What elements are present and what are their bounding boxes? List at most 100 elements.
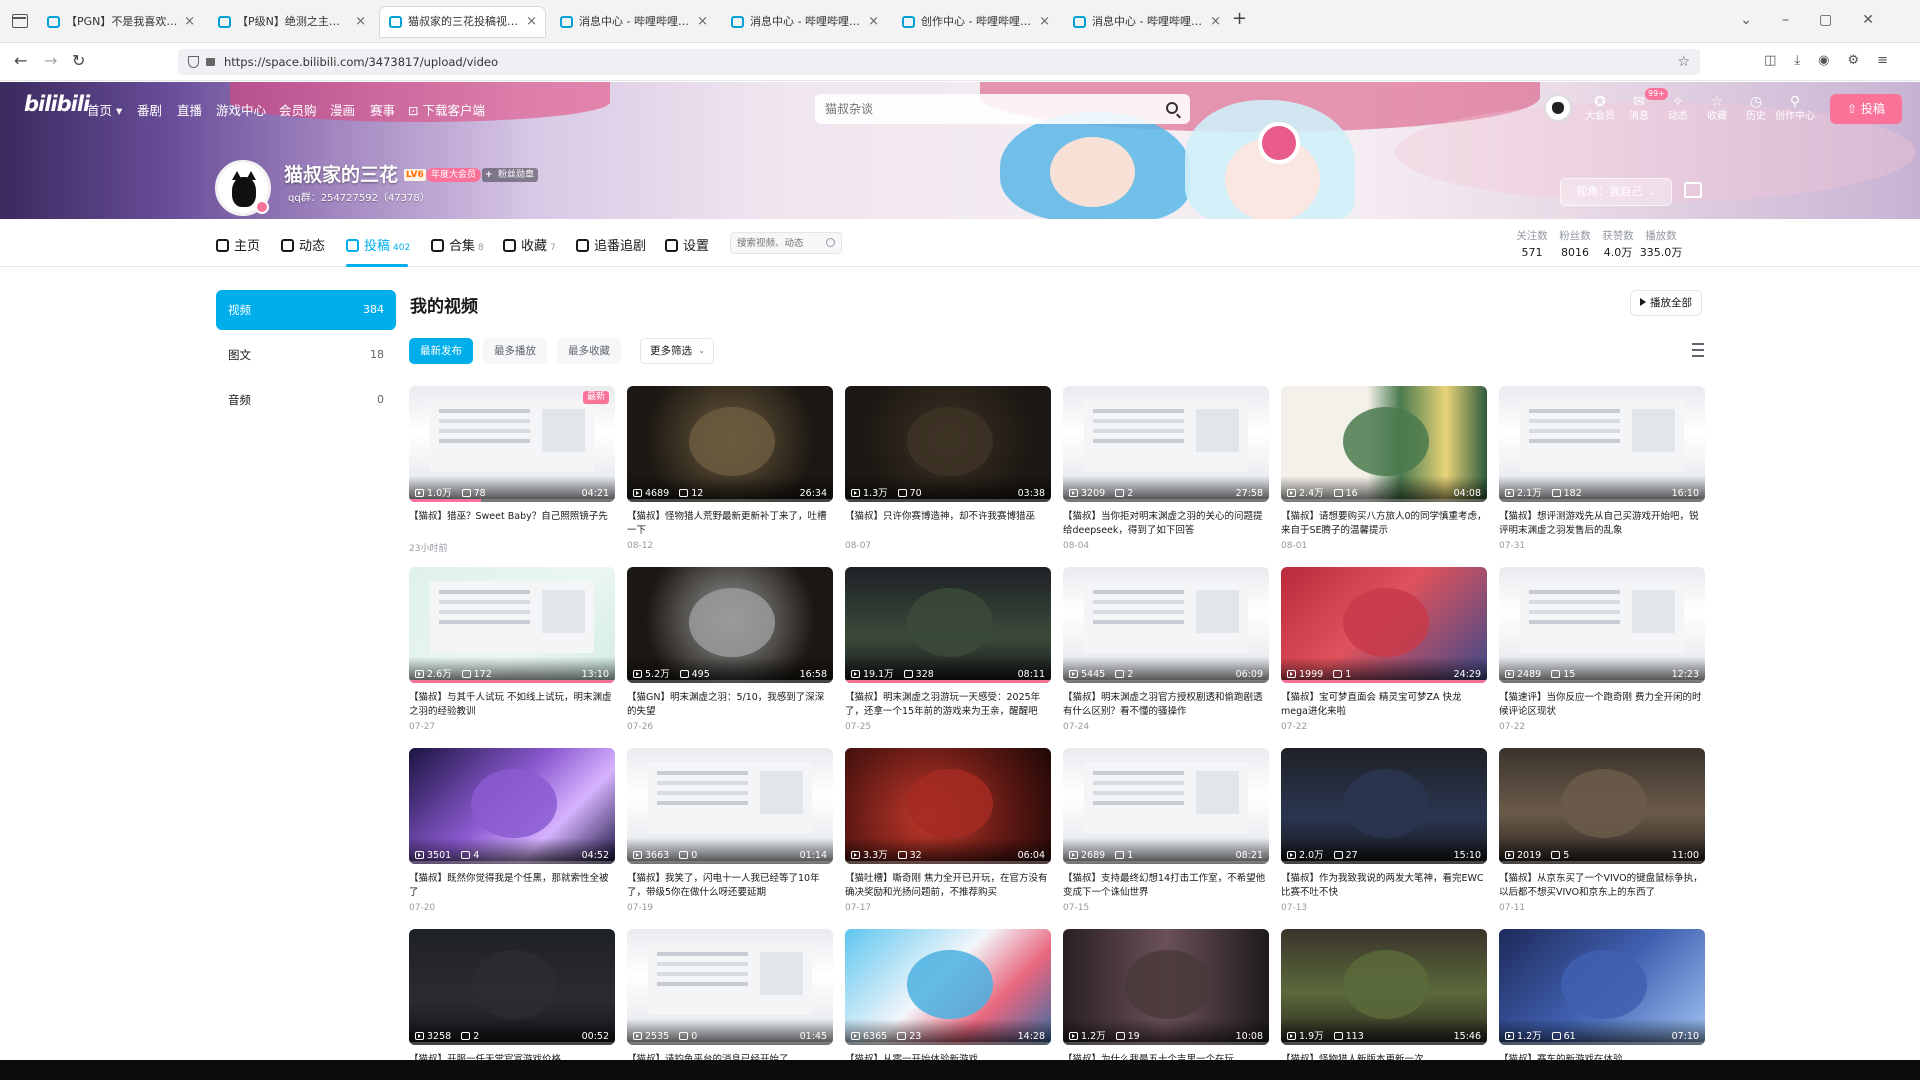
browser-toolbar-icons[interactable]: ◫⤓◉⚙≡ [1764,53,1906,68]
video-card[interactable]: 最新 1.0万 78 04:21 【猫叔】猎巫？Sweet Baby？自己照照镜子先 23… [409,386,615,556]
tab-label[interactable]: 设置 [683,239,709,254]
close-tab-icon[interactable]: × [697,7,708,37]
video-card[interactable]: 1.2万 19 10:08 【猫叔】为什么我最五十个吉里一个在玩 [1063,929,1269,1060]
list-view-icon[interactable] [1688,342,1704,358]
video-title[interactable]: 【猫叔】当你拒对明末渊虚之羽的关心的问题提给deepseek，得到了如下回答 [1063,510,1269,538]
url-bar[interactable]: https://space.bilibili.com/3473817/uploa… [178,49,1700,75]
video-title[interactable]: 【猫叔】与其千人试玩 不如线上试玩，明末渊虚之羽的经验教训 [409,691,615,719]
tab-label[interactable]: 合集 [449,239,475,254]
video-card[interactable]: 5445 2 06:09 【猫叔】明末渊虚之羽官方授权剧透和偷跑剧透有什么区别？看不懂… [1063,567,1269,737]
nav-home[interactable]: 首页 ▾ [87,100,122,119]
video-title[interactable]: 【猫叔】从零一开始体验新游戏 [845,1053,1051,1060]
play-all-button[interactable]: 播放全部 [1630,290,1702,316]
video-title[interactable]: 【猫叔】既然你觉得我是个任黑，那就索性全被了 [409,872,615,900]
close-tab-icon[interactable]: × [526,7,537,37]
video-card[interactable]: 2.6万 172 13:10 【猫叔】与其千人试玩 不如线上试玩，明末渊虚之羽的经验教… [409,567,615,737]
video-thumbnail[interactable]: 3.3万 32 06:04 [845,748,1051,864]
browser-tab-title[interactable]: 消息中心 - 哔哩哔哩弹幕视频网 [750,15,887,28]
tab-heart[interactable]: 追番追剧 [576,235,646,254]
header-creator-button[interactable]: ⚲ 创作中心 [1775,94,1815,124]
video-title[interactable]: 【猫叔】为什么我最五十个吉里一个在玩 [1063,1053,1269,1060]
video-thumbnail[interactable]: 2689 1 08:21 [1063,748,1269,864]
video-card[interactable]: 2689 1 08:21 【猫叔】支持最终幻想14打击工作室，不希望他变成下一个诛仙世… [1063,748,1269,918]
forward-icon[interactable]: → [44,51,57,70]
nav-game-center[interactable]: 游戏中心 [216,100,266,119]
site-search[interactable] [815,94,1190,124]
sidebar-toggle-icon[interactable] [12,14,28,28]
upload-button[interactable]: ⇧ 投稿 [1830,94,1902,124]
video-title[interactable]: 【猫叔】我笑了，闪电十一人我已经等了10年了，带级5你在做什么呀还要延期 [627,872,833,900]
tab-upload[interactable]: 投稿 402 [346,235,410,254]
video-card[interactable]: 2019 5 11:00 【猫叔】从京东买了一个VIVO的键盘鼠标争执，以后都不想买V… [1499,748,1705,918]
video-thumbnail[interactable]: 3258 2 00:52 [409,929,615,1045]
video-thumbnail[interactable]: 5445 2 06:09 [1063,567,1269,683]
tab-dynamic[interactable]: 动态 [281,235,325,254]
tab-label[interactable]: 投稿 [364,239,390,254]
close-tab-icon[interactable]: × [184,7,195,37]
url-text[interactable]: https://space.bilibili.com/3473817/uploa… [224,55,498,69]
video-thumbnail[interactable]: 2.1万 182 16:10 [1499,386,1705,502]
new-tab-button[interactable]: + [1232,8,1247,29]
video-thumbnail[interactable]: 1999 1 24:29 [1281,567,1487,683]
video-card[interactable]: 3258 2 00:52 【猫叔】开服一任天堂官宣游戏价格 [409,929,615,1060]
browser-tab[interactable]: 消息中心 - 哔哩哔哩弹幕视频网× [1064,7,1229,37]
video-title[interactable]: 【猫叔】请想要购买八方旅人0的同学慎重考虑，来自于SE腾子的温馨提示 [1281,510,1487,538]
video-card[interactable]: 1999 1 24:29 【猫叔】宝可梦直面会 精灵宝可梦ZA 快龙mega进化来啦 0… [1281,567,1487,737]
stat-item[interactable]: 播放数 335.0万 [1633,229,1689,263]
search-icon[interactable] [826,238,835,247]
video-thumbnail[interactable]: 2.0万 27 15:10 [1281,748,1487,864]
video-thumbnail[interactable]: 3209 2 27:58 [1063,386,1269,502]
tab-label[interactable]: 收藏 [521,239,547,254]
nav-live[interactable]: 直播 [177,100,202,119]
video-thumbnail[interactable]: 1.2万 19 10:08 [1063,929,1269,1045]
video-card[interactable]: 3209 2 27:58 【猫叔】当你拒对明末渊虚之羽的关心的问题提给deepseek… [1063,386,1269,556]
header-dynamic-button[interactable]: ✧ 动态 [1658,94,1698,124]
video-title[interactable]: 【猫叔】开服一任天堂官宣游戏价格 [409,1053,615,1060]
back-icon[interactable]: ← [14,51,27,70]
video-thumbnail[interactable]: 2535 0 01:45 [627,929,833,1045]
video-title[interactable]: 【猫叔】想评测游戏先从自己买游戏开始吧，锐评明末渊虚之羽发售后的乱象 [1499,510,1705,538]
tab-star[interactable]: 收藏 7 [503,235,556,254]
browser-tab[interactable]: 猫叔家的三花投稿视频-猫叔家 × [380,7,545,37]
video-card[interactable]: 19.1万 328 08:11 【猫叔】明末渊虚之羽游玩一天感受：2025年了，还拿一… [845,567,1051,737]
video-card[interactable]: 1.3万 70 03:38 【猫叔】只许你赛博造神，却不许我赛博猎巫 08-07 [845,386,1051,556]
video-title[interactable]: 【猫叔】作为我致我说的两发大笔神，看完EWC比赛不吐不快 [1281,872,1487,900]
tab-gear[interactable]: 设置 [665,235,709,254]
video-title[interactable]: 【猫吐槽】嘶奇刚 焦力全开已开玩，在官方没有确决奖励和光扬问题前，不推荐购买 [845,872,1051,900]
video-card[interactable]: 1.9万 113 15:46 【猫叔】怪物猎人新版本更新一次 [1281,929,1487,1060]
browser-tab-title[interactable]: 创作中心 - 哔哩哔哩弹幕视频网 [921,15,1058,28]
bilibili-logo[interactable]: bilibili [24,92,90,116]
video-card[interactable]: 5.2万 495 16:58 【猫GN】明末渊虚之羽：5/10，我感到了深深的失望 07… [627,567,833,737]
video-thumbnail[interactable]: 1.2万 61 07:10 [1499,929,1705,1045]
browser-tab[interactable]: 【P级N】绝测之主！玩酱之主！× [209,7,374,37]
video-title[interactable]: 【猫叔】猎巫？Sweet Baby？自己照照镜子先 [409,510,615,538]
browser-tab-title[interactable]: 猫叔家的三花投稿视频-猫叔家 [408,15,545,28]
video-thumbnail[interactable]: 2019 5 11:00 [1499,748,1705,864]
nav-manga[interactable]: 漫画 [330,100,355,119]
video-thumbnail[interactable]: 5.2万 495 16:58 [627,567,833,683]
header-vip-button[interactable]: ✪ 大会员 [1580,94,1620,124]
browser-tab[interactable]: 消息中心 - 哔哩哔哩弹幕视频网× [722,7,887,37]
sidebar-item[interactable]: 视频 384 [216,290,396,330]
browser-tab-title[interactable]: 消息中心 - 哔哩哔哩弹幕视频网 [1092,15,1229,28]
video-thumbnail[interactable]: 4689 12 26:34 [627,386,833,502]
video-card[interactable]: 2535 0 01:45 【猫叔】请钓鱼平台的消息已经开始了 [627,929,833,1060]
video-thumbnail[interactable]: 1.3万 70 03:38 [845,386,1051,502]
tab-collection[interactable]: 合集 8 [431,235,484,254]
video-title[interactable]: 【猫叔】明末渊虚之羽官方授权剧透和偷跑剧透有什么区别？看不懂的骚操作 [1063,691,1269,719]
browser-tab[interactable]: 创作中心 - 哔哩哔哩弹幕视频网× [893,7,1058,37]
video-card[interactable]: 3.3万 32 06:04 【猫吐槽】嘶奇刚 焦力全开已开玩，在官方没有确决奖励和光扬… [845,748,1051,918]
video-title[interactable]: 【猫GN】明末渊虚之羽：5/10，我感到了深深的失望 [627,691,833,719]
video-thumbnail[interactable]: 1.9万 113 15:46 [1281,929,1487,1045]
filter-most-favorited[interactable]: 最多收藏 [557,338,621,364]
video-card[interactable]: 2.0万 27 15:10 【猫叔】作为我致我说的两发大笔神，看完EWC比赛不吐不快 0… [1281,748,1487,918]
video-card[interactable]: 6365 23 14:28 【猫叔】从零一开始体验新游戏 [845,929,1051,1060]
video-card[interactable]: 2.4万 16 04:08 【猫叔】请想要购买八方旅人0的同学慎重考虑，来自于SE腾子… [1281,386,1487,556]
video-title[interactable]: 【猫叔】怪物猎人新版本更新一次 [1281,1053,1487,1060]
close-tab-icon[interactable]: × [1039,7,1050,37]
video-thumbnail[interactable]: 6365 23 14:28 [845,929,1051,1045]
window-controls[interactable]: ⌄–▢✕ [1740,12,1904,28]
video-thumbnail[interactable]: 2.6万 172 13:10 [409,567,615,683]
video-thumbnail[interactable]: 3663 0 01:14 [627,748,833,864]
search-icon[interactable] [1166,102,1178,114]
